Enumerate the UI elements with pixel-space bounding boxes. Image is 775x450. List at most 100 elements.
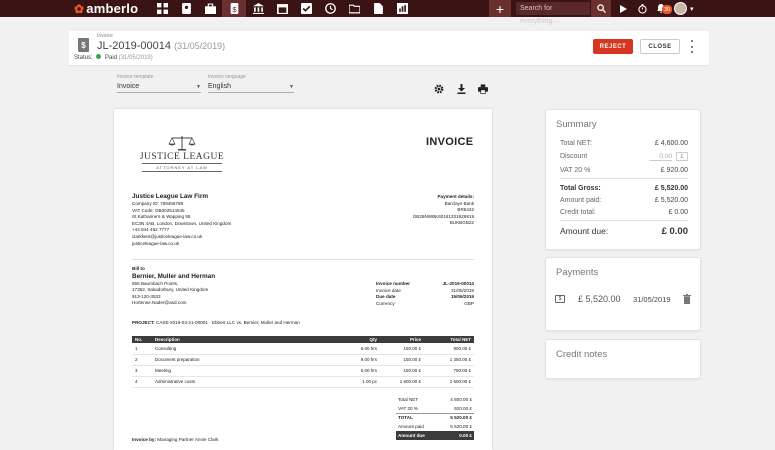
payments-card: Payments $ £ 5,520.00 31/05/2019 [545,257,701,331]
close-button[interactable]: CLOSE [640,39,680,54]
invoice-template-label: Invoice template [117,74,154,80]
document-type: Invoice [97,33,113,39]
chevron-down-icon: ▼ [196,84,201,90]
summary-divider [560,178,688,179]
cell-price: 150.00 £ [380,343,424,355]
status-paid-dot-icon [96,54,102,59]
firm-phone: +44 844 482 7777 [132,227,170,233]
document-status: Status: Paid (31/05/2019) [74,54,153,61]
invoice-language-select[interactable]: English ▼ [208,82,294,93]
reject-button[interactable]: REJECT [593,39,633,54]
global-search-input[interactable]: Search for everything... [516,2,590,25]
summary-amount-paid: Amount paid: £ 5,520.00 [560,197,688,204]
cell-description: Document preparation [152,354,340,366]
cell-qty: 6.00 hrs [340,343,380,355]
meta-row: Due date 15/06/2019 [376,294,474,300]
invoice-date: (31/05/2019) [174,41,226,51]
totals-total: TOTAL 5 520.00 £ [396,413,474,422]
create-new-button[interactable]: + [489,0,511,17]
invoice-document-icon: $ [78,38,89,52]
payment-swift: BUKBGB22 [449,220,474,226]
dashboard-icon[interactable] [150,0,174,17]
table-row: 4 Administrative costs 1.00 pc 1 600.00 £1 … [132,376,474,388]
print-icon[interactable] [478,84,488,94]
payment-bank: Barclays Bank [444,200,474,206]
totals-vat: VAT 20 % 920.00 £ [398,405,472,411]
app-logo[interactable]: ✿ amberlo [74,1,138,16]
firm-vat-code: VAT Code: GB002514545 [132,207,185,213]
firm-name: Justice League Law Firm [132,193,209,200]
col-qty: Qty [340,336,380,343]
section-divider [132,259,474,260]
cell-price: 150.00 £ [380,354,424,366]
invoice-template-value: Invoice [117,83,140,90]
invoice-heading: INVOICE [426,136,474,148]
client-email: Hortense.Nader@asd.com [132,300,187,306]
summary-total-gross: Total Gross: £ 5,520.00 [560,185,688,192]
summary-title: Summary [556,119,597,130]
project-line: PROJECT: CASE-2019-03-21-00001 · Ebbert … [132,320,472,327]
invoice-template-select[interactable]: Invoice ▼ [117,82,201,93]
col-no: No. [132,336,152,343]
summary-discount: Discount £ [560,151,688,162]
time-icon[interactable] [318,0,342,17]
invoice-by-label: Invoice by: [132,437,156,442]
user-avatar[interactable] [674,2,687,15]
cell-no: 4 [132,376,152,388]
summary-divider [560,220,688,221]
firm-address-line2: EC3N 4AB, London, Downtown, United Kingd… [132,220,232,226]
bank-icon[interactable] [246,0,270,17]
delete-trash-icon[interactable] [683,294,691,304]
firm-email: clarkkent@justiceleague-law.co.uk [132,233,203,239]
contacts-icon[interactable] [174,0,198,17]
calendar-icon[interactable] [270,0,294,17]
cell-no: 3 [132,365,152,377]
invoice-language-value: English [208,83,231,90]
reports-icon[interactable] [390,0,414,17]
cell-qty: 5.00 hrs [340,365,380,377]
cell-no: 1 [132,343,152,355]
credit-notes-title: Credit notes [556,349,608,360]
document-title: JL-2019-00014 (31/05/2019) [97,40,225,52]
totals-net: Total NET 4 600.00 £ [398,396,472,402]
summary-credit-total: Credit total: £ 0.00 [560,209,688,216]
col-description: Description [152,336,340,343]
cell-no: 2 [132,354,152,366]
payment-amount[interactable]: £ 5,520.00 [578,294,621,304]
tasks-icon[interactable] [294,0,318,17]
cell-total: 750.00 £ [424,365,474,377]
table-row: 1 Consulting 6.00 hrs 150.00 £900.00 £ [132,343,474,355]
cell-total: 900.00 £ [424,343,474,355]
cell-total: 1 600.00 £ [424,376,474,388]
user-menu-chevron-down-icon[interactable]: ▾ [690,5,694,13]
invoice-by-value: Managing Partner Annie Clark [157,437,219,442]
play-timer-button[interactable] [614,0,632,17]
more-options-icon[interactable] [689,40,695,53]
invoice-items-table: No. Description Qty Price Total NET 1 Con… [132,336,474,388]
summary-amount-due: Amount due: £ 0.00 [560,226,688,237]
search-button[interactable] [591,0,611,17]
discount-input[interactable] [650,152,672,161]
firm-logo-name: JUSTICE LEAGUE [139,152,225,162]
summary-card: Summary Total NET:£ 4,600.00 Discount £ … [545,109,701,250]
settings-gear-icon[interactable] [434,84,444,94]
table-header-row: No. Description Qty Price Total NET [132,336,474,343]
folder-icon[interactable] [342,0,366,17]
meta-row: Invoice date 31/05/2019 [376,287,474,293]
col-total-net: Total NET [424,336,474,343]
payment-bank-code: BR5442 [457,207,474,213]
matters-icon[interactable] [198,0,222,17]
status-label: Status: [74,55,93,61]
cell-description: Administrative costs [152,376,340,388]
invoices-icon[interactable]: $ [222,0,246,17]
invoice-by: Invoice by: Managing Partner Annie Clark [132,437,332,444]
col-price: Price [380,336,424,343]
stopwatch-button[interactable] [633,0,651,17]
summary-vat: VAT 20 % £ 920.00 [560,167,688,174]
documents-icon[interactable] [366,0,390,17]
invoice-preview: INVOICE JUSTICE LEAGUE ATTORNEY AT LAW J… [114,109,492,450]
table-row: 2 Document preparation 9.00 hrs 150.00 £1 3… [132,354,474,366]
discount-currency-select[interactable]: £ [676,152,688,161]
download-icon[interactable] [456,84,466,94]
client-address-line2: 17352, Sakadorbury, United Kingdom [132,287,209,293]
